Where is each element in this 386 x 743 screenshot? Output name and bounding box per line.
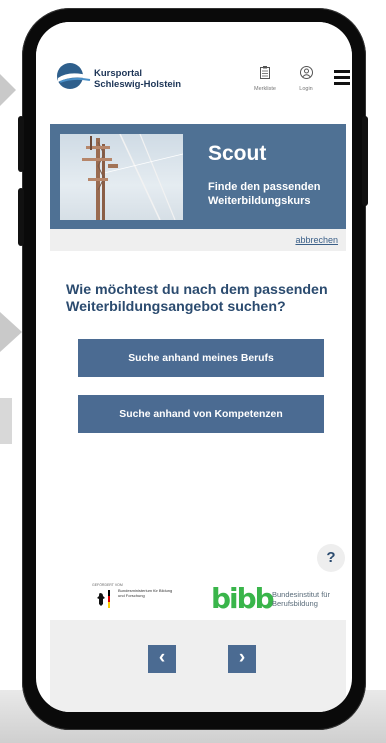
phone-side-button [362,116,368,206]
cancel-link[interactable]: abbrechen [295,235,338,245]
funding-caption: GEFÖRDERT VOM [92,583,123,587]
merkliste-button[interactable]: Merkliste [248,66,282,92]
next-button[interactable]: › [228,645,256,673]
previous-button[interactable]: ‹ [148,645,176,673]
search-by-profession-button[interactable]: Suche anhand meines Berufs [78,339,324,377]
phone-side-button [18,116,24,172]
bibb-logo: bibb [211,582,275,615]
antenna-tower-image [60,134,183,220]
cancel-bar: abbrechen [50,229,346,251]
brand-line-2: Schleswig-Holstein [94,79,182,90]
hamburger-menu-icon[interactable] [334,70,350,85]
phone-side-button [18,188,24,246]
search-question: Wie möchtest du nach dem passenden Weite… [66,282,328,315]
background-arrow [0,312,22,352]
ministry-name: Bundesministerium für Bildung und Forsch… [118,588,173,598]
background-card [0,398,12,444]
scout-banner: Scout Finde den passenden Weiterbildungs… [50,124,346,229]
background-arrow [0,74,16,106]
login-label: Login [299,86,313,92]
clipboard-icon [260,66,270,79]
brand-name: Kursportal Schleswig-Holstein [94,68,181,90]
brand-line-1: Kursportal [94,68,143,79]
search-by-competence-button[interactable]: Suche anhand von Kompetenzen [78,395,324,433]
hero-subtitle: Finde den passenden Weiterbildungskurs [208,181,321,207]
app-header: Kursportal Schleswig-Holstein Merkliste … [36,22,352,122]
help-button[interactable]: ? [317,544,345,572]
phone-screen: Kursportal Schleswig-Holstein Merkliste … [36,22,352,712]
navigation-footer: ‹ › [50,620,346,712]
merkliste-label: Merkliste [253,86,276,92]
hero-title: Scout [208,142,267,165]
bibb-logo-text: bibb [211,582,275,615]
user-icon [299,66,313,79]
login-button[interactable]: Login [289,66,323,92]
kursportal-logo[interactable] [56,60,92,96]
federal-eagle-icon [97,590,110,608]
bibb-name: Bundesinstitut für Berufsbildung [272,590,330,608]
